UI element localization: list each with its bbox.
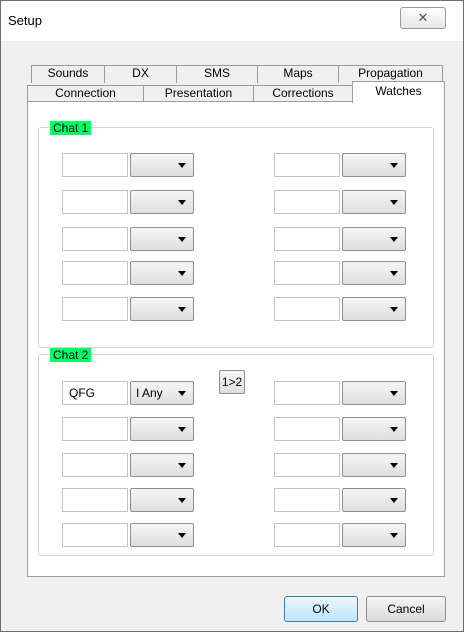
close-button[interactable]: ✕ (400, 7, 446, 29)
chat2-left-text-2[interactable] (62, 417, 128, 441)
window-title: Setup (8, 13, 42, 28)
cancel-button[interactable]: Cancel (366, 596, 446, 622)
chat2-right-select-1[interactable] (342, 381, 406, 405)
chat2-right-text-1[interactable] (274, 381, 340, 405)
tab-sounds[interactable]: Sounds (31, 65, 105, 83)
chevron-down-icon (390, 271, 398, 276)
chevron-down-icon (390, 200, 398, 205)
chat1-right-text-5[interactable] (274, 297, 340, 321)
tab-dx[interactable]: DX (104, 65, 177, 83)
tab-watches[interactable]: Watches (352, 81, 445, 103)
chat1-left-text-2[interactable] (62, 190, 128, 214)
chat1-left-text-1[interactable] (62, 153, 128, 177)
chevron-down-icon (178, 237, 186, 242)
tab-corrections[interactable]: Corrections (253, 85, 353, 102)
chat1-left-text-3[interactable] (62, 227, 128, 251)
chat2-right-text-2[interactable] (274, 417, 340, 441)
chat2-left-text-4[interactable] (62, 488, 128, 512)
chat1-right-select-1[interactable] (342, 153, 406, 177)
chat1-right-select-3[interactable] (342, 227, 406, 251)
close-icon: ✕ (417, 10, 429, 25)
chat2-right-select-2[interactable] (342, 417, 406, 441)
chat2-left-select-3[interactable] (130, 453, 194, 477)
chevron-down-icon (178, 427, 186, 432)
chat2-right-select-3[interactable] (342, 453, 406, 477)
chat1-left-text-4[interactable] (62, 261, 128, 285)
chat2-right-select-4[interactable] (342, 488, 406, 512)
chevron-down-icon (390, 391, 398, 396)
tab-maps[interactable]: Maps (257, 65, 339, 83)
chevron-down-icon (390, 237, 398, 242)
chat2-left-text-5[interactable] (62, 523, 128, 547)
chevron-down-icon (178, 498, 186, 503)
chat1-left-select-4[interactable] (130, 261, 194, 285)
chat2-left-select-5[interactable] (130, 523, 194, 547)
chat1-left-select-2[interactable] (130, 190, 194, 214)
chat1-right-text-1[interactable] (274, 153, 340, 177)
chevron-down-icon (178, 200, 186, 205)
tab-connection[interactable]: Connection (27, 85, 144, 102)
chevron-down-icon (178, 391, 186, 396)
chat2-right-text-4[interactable] (274, 488, 340, 512)
title-bar[interactable]: Setup ✕ (1, 1, 463, 41)
setup-window: Setup ✕ Sounds DX SMS Maps Propagation C… (0, 0, 464, 632)
chat1-left-select-1[interactable] (130, 153, 194, 177)
tab-sms[interactable]: SMS (176, 65, 258, 83)
chat1-left-text-5[interactable] (62, 297, 128, 321)
chevron-down-icon (390, 307, 398, 312)
chat2-left-text-1[interactable]: QFG (62, 381, 128, 405)
chat1-left-select-3[interactable] (130, 227, 194, 251)
chat2-left-select-4[interactable] (130, 488, 194, 512)
chevron-down-icon (178, 163, 186, 168)
chat1-label: Chat 1 (50, 121, 92, 135)
chat1-left-select-5[interactable] (130, 297, 194, 321)
chat2-right-select-5[interactable] (342, 523, 406, 547)
chat1-right-select-4[interactable] (342, 261, 406, 285)
copy-1-to-2-button[interactable]: 1>2 (219, 370, 245, 394)
chat2-label: Chat 2 (50, 348, 92, 362)
chat2-left-text-3[interactable] (62, 453, 128, 477)
chevron-down-icon (178, 307, 186, 312)
tab-presentation[interactable]: Presentation (143, 85, 254, 102)
chevron-down-icon (178, 463, 186, 468)
chat2-left-select-1[interactable]: I Any (130, 381, 194, 405)
chat2-right-text-5[interactable] (274, 523, 340, 547)
chevron-down-icon (390, 498, 398, 503)
chat1-right-text-4[interactable] (274, 261, 340, 285)
chat2-left-select-2[interactable] (130, 417, 194, 441)
chat1-right-select-5[interactable] (342, 297, 406, 321)
chat1-right-text-2[interactable] (274, 190, 340, 214)
chevron-down-icon (390, 463, 398, 468)
chevron-down-icon (178, 271, 186, 276)
chevron-down-icon (390, 163, 398, 168)
chat2-right-text-3[interactable] (274, 453, 340, 477)
ok-button[interactable]: OK (284, 596, 358, 622)
chevron-down-icon (390, 427, 398, 432)
chat1-right-select-2[interactable] (342, 190, 406, 214)
chevron-down-icon (390, 533, 398, 538)
chevron-down-icon (178, 533, 186, 538)
chat1-right-text-3[interactable] (274, 227, 340, 251)
